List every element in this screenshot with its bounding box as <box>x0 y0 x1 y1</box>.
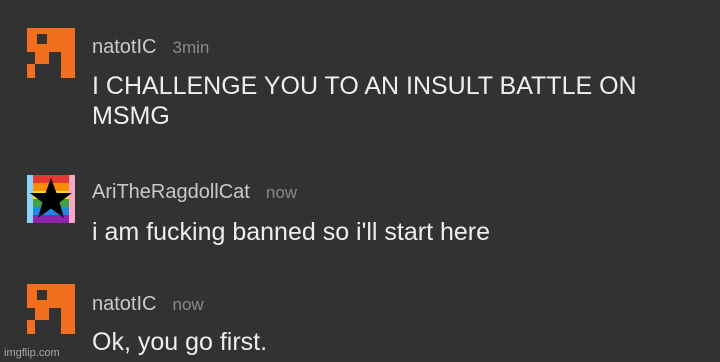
watermark: imgflip.com <box>4 347 60 359</box>
message-text: Ok, you go first. <box>92 328 268 356</box>
username[interactable]: natotIC <box>92 293 156 315</box>
message-text: I CHALLENGE YOU TO AN INSULT BATTLE ON M… <box>92 72 637 130</box>
timestamp: now <box>172 295 204 314</box>
username[interactable]: natotIC <box>92 36 156 58</box>
timestamp: now <box>265 183 298 202</box>
message-text: i am fucking banned so i'll start here <box>92 218 491 246</box>
orange-blocky-icon[interactable] <box>27 284 75 334</box>
username[interactable]: AriTheRagdollCat <box>92 181 250 203</box>
orange-blocky-icon[interactable] <box>27 28 75 78</box>
rainbow-star-icon[interactable] <box>27 175 75 223</box>
timestamp: 3min <box>172 38 210 57</box>
